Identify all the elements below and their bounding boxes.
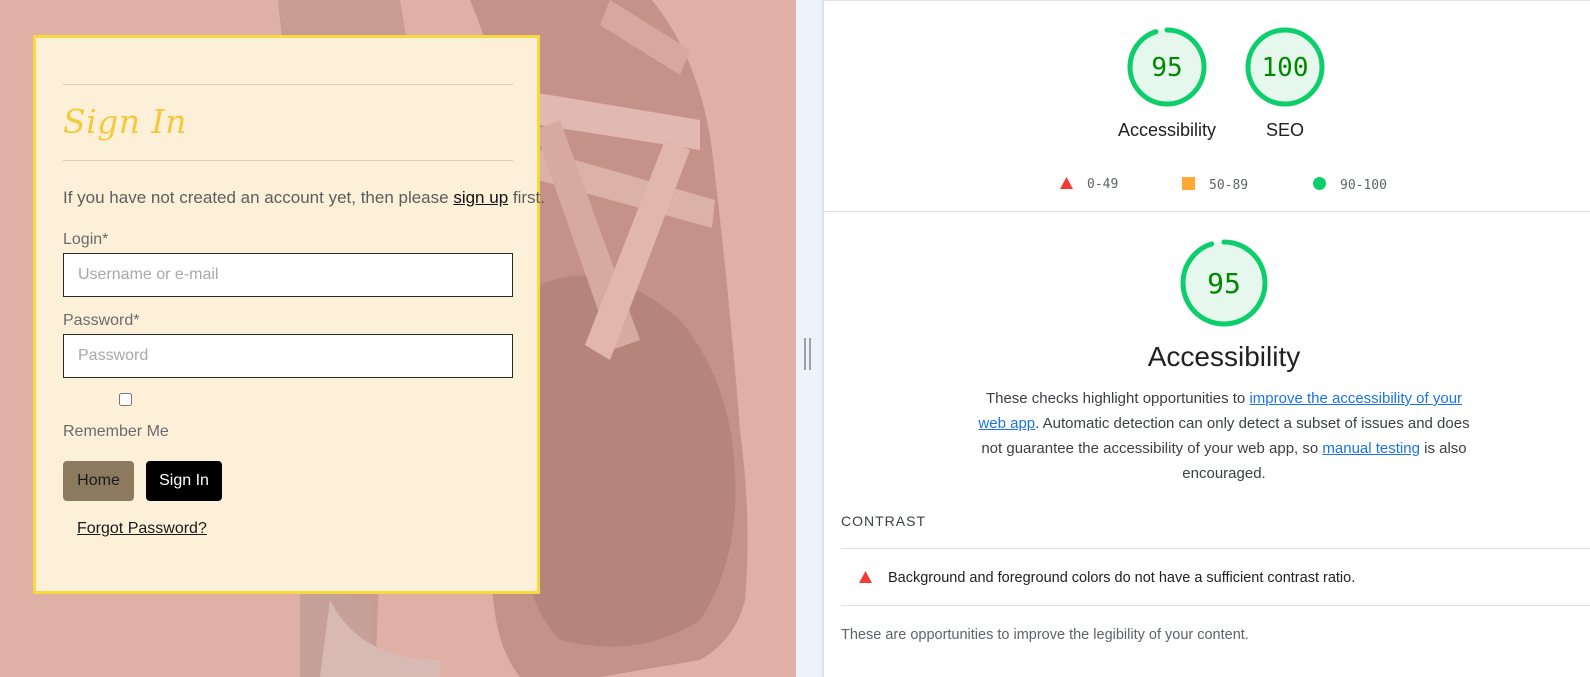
login-label: Login*	[63, 231, 109, 248]
legend-fail: 0-49	[1060, 177, 1118, 192]
login-page-pane: Sign In If you have not created an accou…	[0, 0, 796, 677]
category-description: These checks highlight opportunities to …	[977, 386, 1471, 486]
accessibility-score-label: Accessibility	[1117, 120, 1217, 140]
fail-triangle-icon	[859, 571, 872, 583]
lighthouse-report-pane: 95 Accessibility 100 SEO 0-49 50-89 90-1…	[822, 0, 1590, 677]
contrast-section-description: These are opportunities to improve the l…	[841, 627, 1249, 643]
pane-splitter[interactable]	[796, 0, 822, 677]
legend-average-range: 50-89	[1209, 178, 1249, 193]
gauge-score-text: 100	[1262, 53, 1309, 83]
category-title: Accessibility	[1147, 341, 1301, 372]
signup-prompt-text: If you have not created an account yet, …	[63, 188, 454, 207]
top-divider	[63, 84, 513, 85]
password-input[interactable]	[63, 334, 513, 378]
section-divider	[824, 211, 1590, 212]
forgot-password-link[interactable]: Forgot Password?	[77, 520, 207, 538]
sign-in-title: Sign In	[63, 102, 187, 141]
signup-prompt-tail: first.	[508, 188, 545, 207]
login-input[interactable]	[63, 253, 513, 297]
pass-circle-icon	[1313, 177, 1326, 190]
splitter-grip-line	[809, 338, 811, 370]
sign-in-card: Sign In If you have not created an accou…	[33, 35, 545, 594]
legend-average: 50-89	[1182, 177, 1248, 193]
remember-me-checkbox[interactable]	[119, 393, 132, 406]
contrast-section-title: CONTRAST	[841, 513, 926, 529]
average-square-icon	[1182, 177, 1195, 190]
fail-triangle-icon	[1060, 177, 1073, 189]
manual-testing-link[interactable]: manual testing	[1322, 440, 1420, 457]
description-text: These checks highlight opportunities to	[985, 390, 1250, 407]
category-score-gauge: 95	[1180, 239, 1268, 327]
contrast-audit-item[interactable]: Background and foreground colors do not …	[888, 570, 1355, 586]
sign-in-button[interactable]: Sign In	[146, 461, 222, 501]
accessibility-score-gauge[interactable]: 95	[1126, 26, 1208, 108]
seo-score-gauge[interactable]: 100	[1244, 26, 1326, 108]
home-button[interactable]: Home	[63, 461, 134, 501]
top-border	[824, 0, 1590, 1]
title-divider	[63, 160, 513, 161]
password-label: Password*	[63, 312, 140, 329]
remember-me-label: Remember Me	[63, 423, 169, 440]
audit-divider	[841, 548, 1590, 549]
gauge-score-text: 95	[1151, 53, 1182, 83]
legend-pass-range: 90-100	[1340, 178, 1387, 193]
audit-divider	[841, 605, 1590, 606]
sign-up-link[interactable]: sign up	[453, 188, 508, 207]
legend-pass: 90-100	[1313, 177, 1387, 193]
splitter-grip-line	[804, 338, 806, 370]
gauge-score-text: 95	[1207, 267, 1241, 300]
legend-fail-range: 0-49	[1087, 177, 1119, 192]
signup-prompt: If you have not created an account yet, …	[63, 188, 545, 208]
seo-score-label: SEO	[1265, 120, 1304, 140]
